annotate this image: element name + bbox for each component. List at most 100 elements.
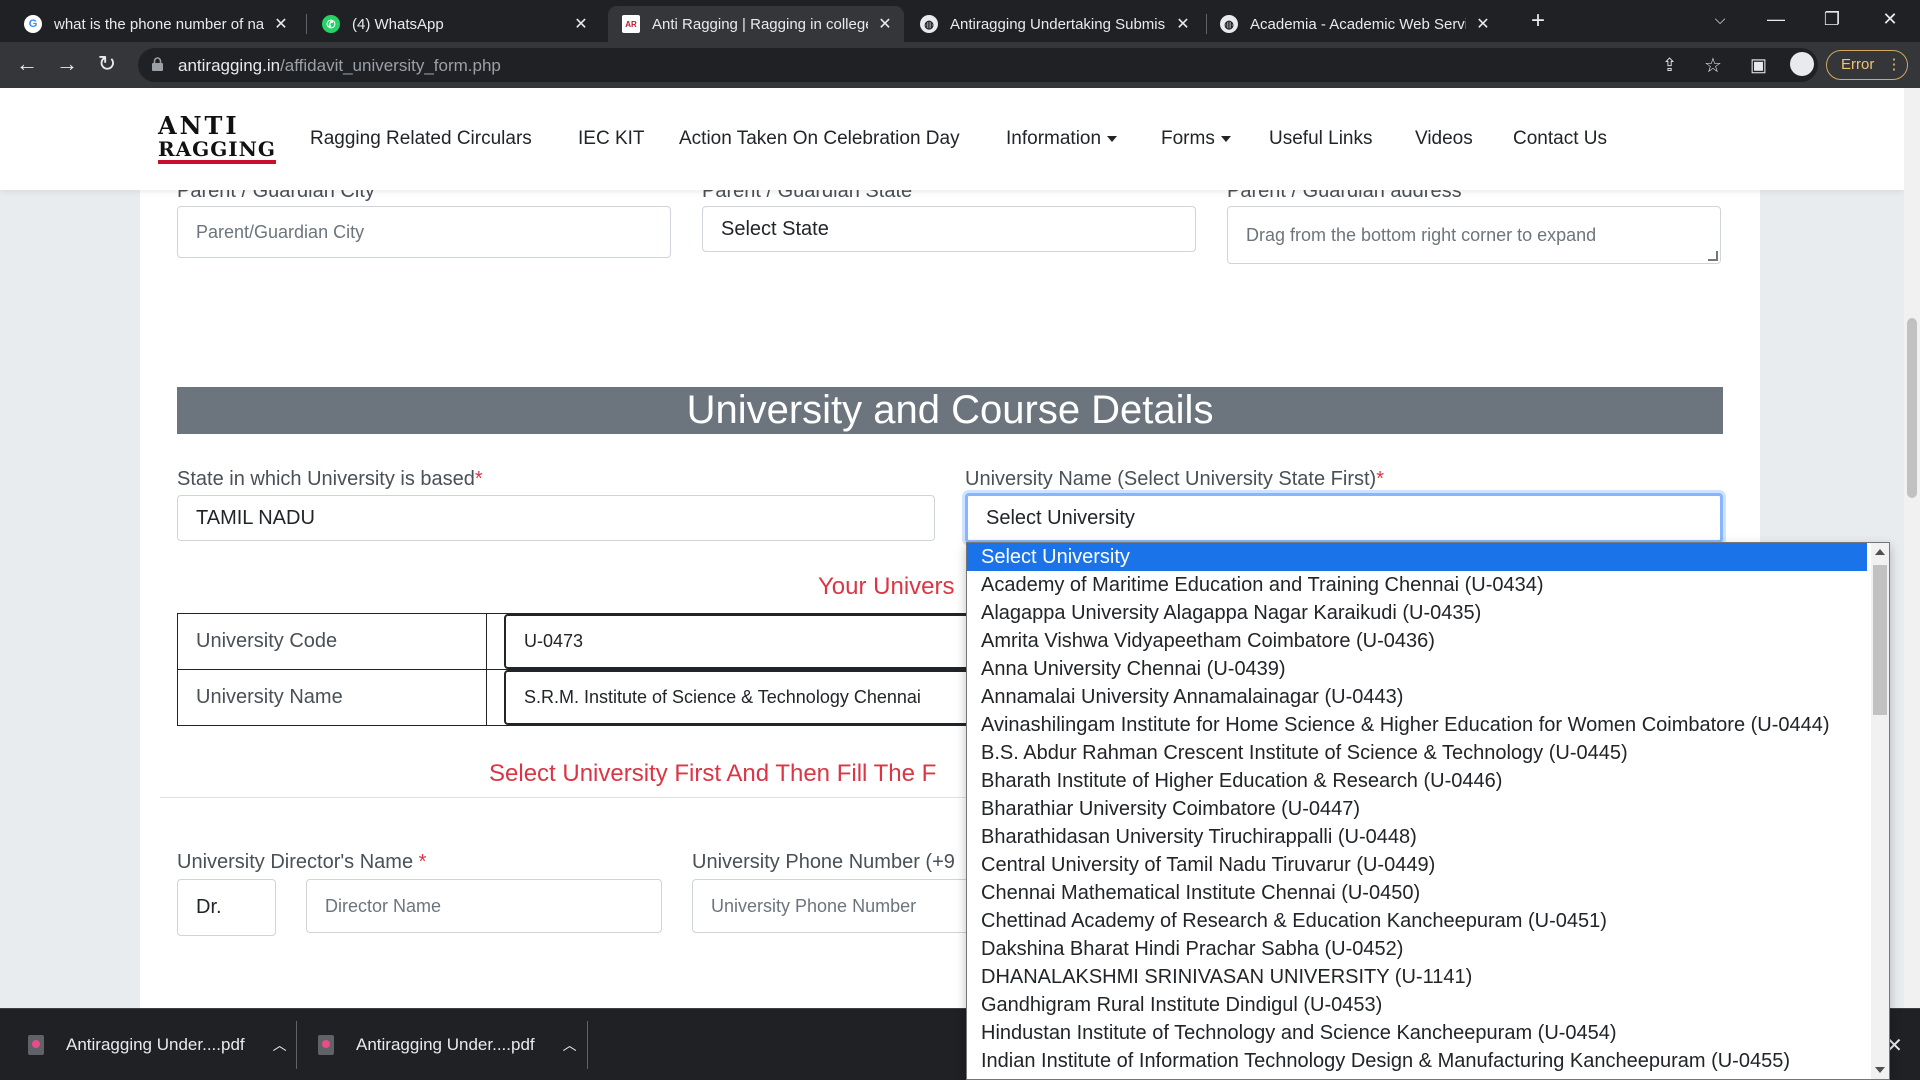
download-filename: Antiragging Under....pdf — [66, 1035, 245, 1054]
dropdown-option[interactable]: Dakshina Bharat Hindi Prachar Sabha (U-0… — [967, 935, 1867, 963]
pdf-file-icon — [28, 1035, 44, 1055]
tab-google-search[interactable]: G what is the phone number of nat ✕ — [10, 6, 300, 42]
page-scrollbar[interactable] — [1904, 88, 1920, 1008]
profile-avatar-icon[interactable] — [1790, 52, 1814, 76]
new-tab-button[interactable]: + — [1520, 6, 1556, 36]
university-dropdown-list[interactable]: Select University Academy of Maritime Ed… — [966, 542, 1890, 1080]
nav-information[interactable]: Information — [1006, 128, 1118, 150]
url-domain: antiragging.in — [178, 56, 281, 75]
error-button[interactable]: Error ⋮ — [1826, 50, 1908, 80]
dropdown-scrollbar[interactable] — [1871, 543, 1889, 1079]
nav-label: Information — [1006, 128, 1102, 149]
required-mark: * — [1376, 468, 1384, 490]
close-window-button[interactable]: ✕ — [1862, 0, 1918, 40]
tab-academia[interactable]: ◍ Academia - Academic Web Servic ✕ — [1206, 6, 1502, 42]
dropdown-option[interactable]: Bharathidasan University Tiruchirappalli… — [967, 823, 1867, 851]
close-tab-icon[interactable]: ✕ — [272, 14, 290, 34]
globe-icon: ◍ — [920, 15, 938, 33]
url-path: /affidavit_university_form.php — [280, 56, 501, 75]
tab-divider — [306, 14, 307, 34]
restore-button[interactable]: ❐ — [1804, 0, 1860, 40]
download-divider — [296, 1021, 297, 1069]
nav-ragging-circulars[interactable]: Ragging Related Circulars — [310, 128, 532, 150]
anti-ragging-logo[interactable]: ANTI RAGGING — [158, 114, 277, 166]
dropdown-scrollbar-thumb[interactable] — [1873, 565, 1887, 715]
nav-label: Forms — [1161, 128, 1215, 149]
dropdown-option[interactable]: B.S. Abdur Rahman Crescent Institute of … — [967, 739, 1867, 767]
close-tab-icon[interactable]: ✕ — [876, 14, 894, 34]
director-name-input[interactable]: Director Name — [306, 879, 662, 933]
tab-anti-ragging[interactable]: AR Anti Ragging | Ragging in college ✕ — [608, 6, 904, 42]
phone-input[interactable]: University Phone Number — [692, 879, 992, 933]
scrollbar-thumb[interactable] — [1907, 318, 1917, 498]
dropdown-option[interactable]: Academy of Maritime Education and Traini… — [967, 571, 1867, 599]
nav-action-taken[interactable]: Action Taken On Celebration Day — [679, 128, 960, 150]
side-panel-icon[interactable]: ▣ — [1750, 55, 1767, 76]
label-text: University Director's Name — [177, 851, 414, 873]
dropdown-option[interactable]: Select University — [967, 543, 1867, 571]
dropdown-option[interactable]: Annamalai University Annamalainagar (U-0… — [967, 683, 1867, 711]
dropdown-option[interactable]: Chettinad Academy of Research & Educatio… — [967, 907, 1867, 935]
chevron-up-icon[interactable]: ︿ — [563, 1035, 577, 1055]
dropdown-option[interactable]: Alagappa University Alagappa Nagar Karai… — [967, 599, 1867, 627]
dropdown-option[interactable]: Chennai Mathematical Institute Chennai (… — [967, 879, 1867, 907]
tab-undertaking[interactable]: ◍ Antiragging Undertaking Submis ✕ — [906, 6, 1202, 42]
required-mark: * — [474, 468, 483, 490]
forward-arrow-icon[interactable]: → — [52, 50, 82, 80]
dropdown-option[interactable]: Anna University Chennai (U-0439) — [967, 655, 1867, 683]
scroll-up-arrow-icon[interactable] — [1875, 549, 1885, 555]
select-first-notice: Select University First And Then Fill Th… — [489, 760, 937, 787]
close-tab-icon[interactable]: ✕ — [1474, 14, 1492, 34]
textarea-placeholder: Drag from the bottom right corner to exp… — [1246, 224, 1597, 245]
dropdown-option[interactable]: DHANALAKSHMI SRINIVASAN UNIVERSITY (U-11… — [967, 963, 1867, 991]
reload-icon[interactable]: ↻ — [92, 50, 122, 80]
dropdown-option[interactable]: Bharathiar University Coimbatore (U-0447… — [967, 795, 1867, 823]
chevron-up-icon[interactable]: ︿ — [273, 1035, 287, 1055]
nav-iec-kit[interactable]: IEC KIT — [578, 128, 645, 150]
nav-forms[interactable]: Forms — [1161, 128, 1231, 150]
tab-title: Antiragging Undertaking Submis — [950, 15, 1166, 33]
director-title-select[interactable]: Dr. — [177, 879, 276, 936]
uni-name-row-value: S.R.M. Institute of Science & Technology… — [504, 670, 984, 725]
download-item[interactable]: Antiragging Under....pdf ︿ — [28, 1009, 287, 1080]
dropdown-option[interactable]: Bharath Institute of Higher Education & … — [967, 767, 1867, 795]
guardian-city-input[interactable]: Parent/Guardian City — [177, 206, 671, 258]
globe-icon: ◍ — [1220, 15, 1238, 33]
dropdown-option[interactable]: Indian Institute of Information Technolo… — [967, 1047, 1867, 1075]
share-icon[interactable]: ⇪ — [1662, 55, 1677, 76]
bookmark-star-icon[interactable]: ☆ — [1704, 53, 1722, 78]
caret-down-icon — [1220, 135, 1231, 142]
minimize-button[interactable]: — — [1748, 0, 1804, 40]
uni-state-select[interactable]: TAMIL NADU — [177, 495, 935, 541]
uni-name-select[interactable]: Select University — [965, 493, 1723, 543]
close-tab-icon[interactable]: ✕ — [572, 14, 590, 34]
address-bar[interactable]: antiragging.in/affidavit_university_form… — [138, 48, 1818, 82]
lock-icon — [152, 57, 163, 71]
browser-toolbar: ← → ↻ antiragging.in/affidavit_universit… — [0, 42, 1920, 88]
close-tab-icon[interactable]: ✕ — [1174, 14, 1192, 34]
error-label: Error — [1841, 56, 1875, 73]
resize-handle-icon[interactable] — [1708, 251, 1718, 261]
dropdown-option[interactable]: Amrita Vishwa Vidyapeetham Coimbatore (U… — [967, 627, 1867, 655]
dropdown-option[interactable]: Avinashilingam Institute for Home Scienc… — [967, 711, 1867, 739]
scroll-down-arrow-icon[interactable] — [1875, 1067, 1885, 1073]
nav-contact-us[interactable]: Contact Us — [1513, 128, 1607, 150]
back-arrow-icon[interactable]: ← — [12, 50, 42, 80]
dropdown-option[interactable]: Hindustan Institute of Technology and Sc… — [967, 1019, 1867, 1047]
uni-name-row-label: University Name — [177, 669, 487, 726]
nav-videos[interactable]: Videos — [1415, 128, 1473, 150]
tab-search-chevron-icon[interactable]: ⌵ — [1692, 0, 1748, 40]
download-item[interactable]: Antiragging Under....pdf ︿ — [318, 1009, 577, 1080]
tab-title: Academia - Academic Web Servic — [1250, 15, 1466, 33]
kebab-menu-icon[interactable]: ⋮ — [1887, 56, 1902, 73]
nav-useful-links[interactable]: Useful Links — [1269, 128, 1373, 150]
uni-code-value: U-0473 — [504, 614, 984, 669]
guardian-state-select[interactable]: Select State — [702, 206, 1196, 252]
tab-whatsapp[interactable]: ✆ (4) WhatsApp ✕ — [308, 6, 600, 42]
antiragging-icon: AR — [622, 15, 640, 33]
tab-strip: G what is the phone number of nat ✕ ✆ (4… — [0, 0, 1920, 42]
uni-state-label: State in which University is based* — [177, 468, 483, 491]
dropdown-option[interactable]: Central University of Tamil Nadu Tiruvar… — [967, 851, 1867, 879]
dropdown-option[interactable]: Gandhigram Rural Institute Dindigul (U-0… — [967, 991, 1867, 1019]
guardian-address-textarea[interactable]: Drag from the bottom right corner to exp… — [1227, 206, 1721, 264]
